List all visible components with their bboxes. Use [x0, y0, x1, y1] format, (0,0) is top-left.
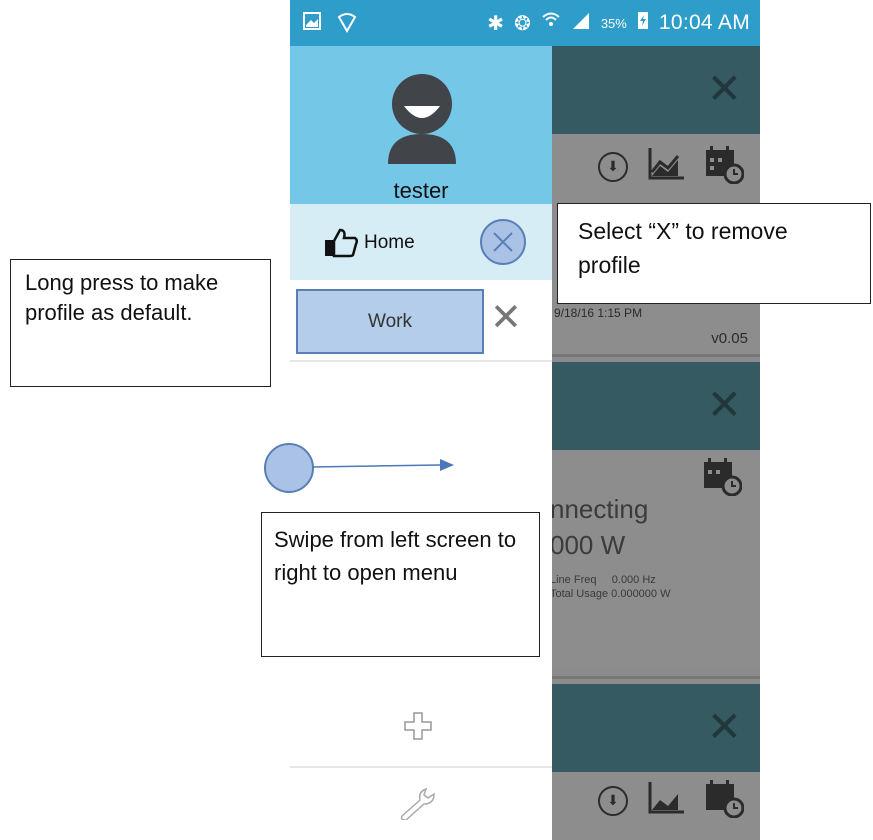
card-divider: [550, 354, 760, 357]
line-freq-label: Line Freq: [550, 574, 597, 586]
version-label: v0.05: [711, 330, 748, 347]
line-freq-value: 0.000 Hz: [611, 574, 656, 586]
remove-profile-highlight[interactable]: [480, 219, 526, 265]
total-usage-label: Total Usage: [550, 588, 609, 600]
last-updated: 9/18/16 1:15 PM: [554, 306, 643, 320]
mute-icon: ❂: [514, 12, 531, 35]
settings-wrench-icon[interactable]: [398, 786, 438, 825]
close-icon[interactable]: ✕: [707, 706, 742, 748]
add-profile-icon[interactable]: [404, 712, 432, 745]
gallery-notification-icon: [302, 11, 322, 38]
power-reading: 000 W: [550, 530, 626, 560]
wifi-icon: [541, 10, 561, 36]
card-header: ✕: [550, 46, 760, 134]
username: tester: [393, 178, 449, 203]
calendar-clock-icon[interactable]: [702, 456, 743, 501]
profile-label-home: Home: [364, 232, 415, 253]
calendar-clock-icon[interactable]: [704, 144, 745, 189]
remove-profile-icon[interactable]: ✕: [490, 298, 522, 336]
card-divider: [550, 676, 760, 679]
connection-status: nnecting: [550, 494, 649, 524]
chart-icon[interactable]: [646, 146, 686, 187]
shield-wifi-icon: [336, 11, 358, 38]
calendar-clock-icon[interactable]: [704, 778, 745, 823]
battery-icon: [637, 10, 649, 36]
swipe-arrow-icon: [312, 459, 454, 471]
download-icon[interactable]: ⬇: [598, 151, 628, 182]
device-card: ⬇: [550, 772, 760, 840]
total-usage-value: 0.000000 W: [611, 588, 671, 600]
swipe-start-marker: [264, 443, 314, 493]
battery-percent: 35%: [600, 15, 627, 31]
annotation-swipe: Swipe from left screen to right to open …: [261, 512, 540, 657]
background-app: ✕ ⬇ 9/18/16 1:15 PM v0.05 ✕ nnecting 000…: [550, 46, 760, 840]
bluetooth-icon: ✱: [487, 12, 505, 35]
drawer-divider: [290, 360, 552, 362]
download-icon[interactable]: ⬇: [598, 785, 628, 816]
clock: 10:04 AM: [658, 11, 750, 34]
drawer-header: tester: [290, 46, 552, 204]
work-profile-highlight[interactable]: Work: [296, 289, 484, 354]
drawer-divider: [290, 766, 552, 768]
avatar: [386, 72, 458, 169]
annotation-long-press: Long press to make profile as default.: [10, 259, 271, 387]
thumbs-up-icon: [324, 228, 359, 263]
profile-label-work: Work: [368, 310, 412, 332]
annotation-remove: Select “X” to remove profile: [557, 203, 871, 304]
card-header: ✕: [550, 362, 760, 450]
phone-screen: ✱ ❂ 35% 10:04 AM ✕ ⬇ 9/18/16 1:15 PM v0.…: [290, 0, 760, 840]
navigation-drawer: tester Home ✕: [290, 46, 552, 840]
close-icon[interactable]: ✕: [707, 68, 742, 110]
device-card: nnecting 000 W Line Freq 0.000 Hz Total …: [550, 450, 760, 668]
chart-icon[interactable]: [646, 780, 686, 821]
status-bar: ✱ ❂ 35% 10:04 AM: [290, 0, 760, 46]
card-header: ✕: [550, 684, 760, 772]
close-icon[interactable]: ✕: [707, 384, 742, 426]
signal-icon: [571, 11, 591, 35]
